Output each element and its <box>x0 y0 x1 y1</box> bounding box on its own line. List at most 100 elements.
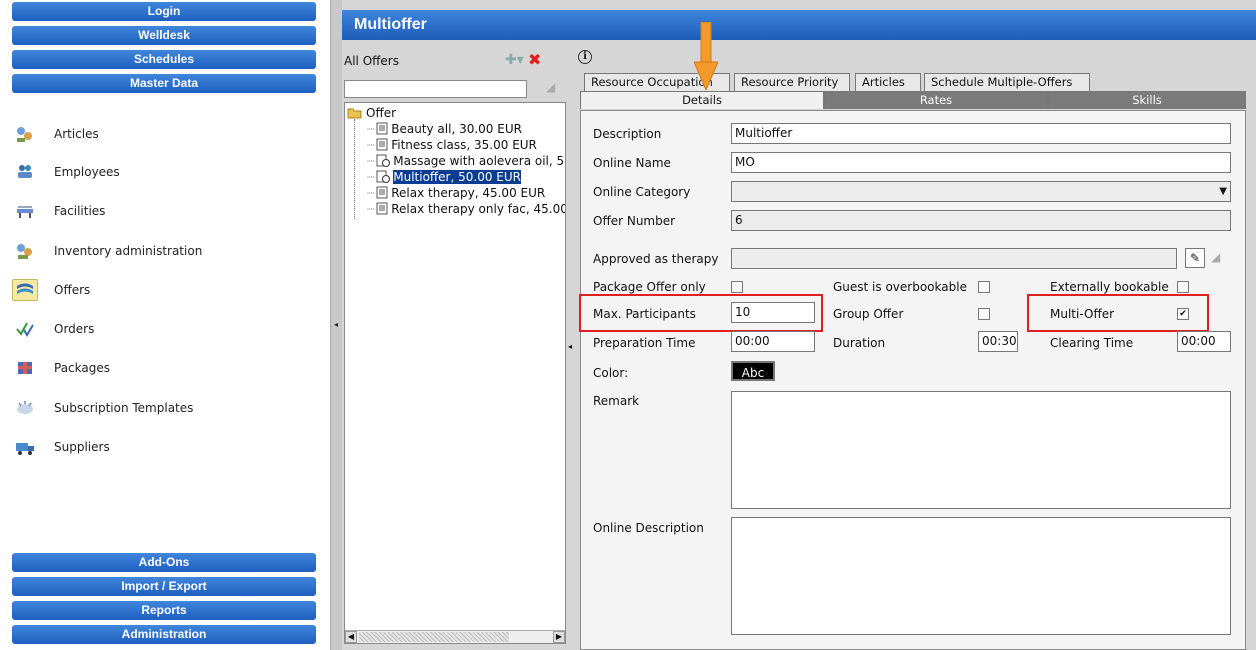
nav-label: Facilities <box>54 204 106 218</box>
max-participants-input[interactable]: 10 <box>731 302 815 323</box>
document-icon <box>376 138 388 151</box>
tree-title: All Offers <box>344 54 399 68</box>
inventory-icon <box>12 240 38 262</box>
splitter-grip-icon: ◂ <box>334 320 339 329</box>
tab-skills[interactable]: Skills <box>1048 91 1246 109</box>
welldesk-button[interactable]: Welldesk <box>12 26 316 45</box>
tab-rates[interactable]: Rates <box>824 91 1048 109</box>
delete-offer-icon[interactable]: ✖ <box>528 50 541 69</box>
online-category-select[interactable]: ▼ <box>731 181 1231 202</box>
tree-node[interactable]: ┈ Relax therapy only fac, 45.00 <box>367 201 565 216</box>
clearing-time-input[interactable]: 00:00 <box>1177 331 1231 352</box>
nav-item-packages[interactable]: Packages <box>12 353 312 383</box>
subscription-icon <box>12 397 38 419</box>
schedules-button[interactable]: Schedules <box>12 50 316 69</box>
orders-icon <box>12 318 38 340</box>
document-icon <box>376 202 388 215</box>
nav-splitter[interactable]: ◂ <box>330 0 342 650</box>
guest-overbookable-checkbox[interactable] <box>978 281 990 293</box>
nav-item-facilities[interactable]: Facilities <box>12 196 312 226</box>
externally-bookable-label: Externally bookable <box>1050 280 1169 294</box>
nav-label: Suppliers <box>54 440 110 454</box>
tree-horizontal-scrollbar[interactable]: ◀ ▶ <box>345 630 565 643</box>
eraser-icon[interactable]: ◢ <box>1211 250 1220 264</box>
externally-bookable-checkbox[interactable] <box>1177 281 1189 293</box>
scroll-thumb[interactable] <box>359 632 509 642</box>
reports-button[interactable]: Reports <box>12 601 316 620</box>
multi-offer-checkbox[interactable]: ✔ <box>1177 308 1189 320</box>
annotation-arrow-icon <box>694 22 718 92</box>
nav-item-employees[interactable]: Employees <box>12 157 312 187</box>
administration-button[interactable]: Administration <box>12 625 316 644</box>
nav-item-orders[interactable]: Orders <box>12 314 312 344</box>
color-picker-button[interactable]: Abc <box>731 361 775 381</box>
offer-number-field: 6 <box>731 210 1231 231</box>
packages-icon <box>12 357 38 379</box>
nav-label: Employees <box>54 165 120 179</box>
remark-textarea[interactable] <box>731 391 1231 509</box>
remark-label: Remark <box>593 394 640 408</box>
approved-therapy-field <box>731 248 1177 269</box>
multi-offer-label: Multi-Offer <box>1050 307 1115 321</box>
articles-icon <box>12 123 38 145</box>
group-offer-label: Group Offer <box>833 307 904 321</box>
duration-label: Duration <box>833 336 886 350</box>
scroll-left-icon[interactable]: ◀ <box>345 631 357 643</box>
splitter-grip-icon: ◂ <box>568 342 573 351</box>
clearing-time-label: Clearing Time <box>1050 336 1134 350</box>
details-form: Description Multioffer Online Name MO On… <box>579 110 1246 650</box>
tab-resource-priority[interactable]: Resource Priority <box>734 73 850 91</box>
document-clock-icon <box>376 154 391 167</box>
offer-number-label: Offer Number <box>593 214 676 228</box>
package-offer-only-checkbox[interactable] <box>731 281 743 293</box>
add-ons-button[interactable]: Add-Ons <box>12 553 316 572</box>
offers-tree-panel: All Offers ✚▾ ✖ ◢ Offer ┈ Beauty all, 30… <box>342 42 568 650</box>
tree-node[interactable]: ┈ Relax therapy, 45.00 EUR <box>367 185 545 200</box>
nav-label: Packages <box>54 361 110 375</box>
login-button[interactable]: Login <box>12 2 316 21</box>
tree-root-label: Offer <box>366 106 397 120</box>
nav-label: Offers <box>54 283 91 297</box>
employees-icon <box>12 161 38 183</box>
preparation-time-input[interactable]: 00:00 <box>731 331 815 352</box>
nav-label: Articles <box>54 127 99 141</box>
description-input[interactable]: Multioffer <box>731 123 1231 144</box>
folder-open-icon <box>347 108 362 119</box>
online-description-textarea[interactable] <box>731 517 1231 635</box>
nav-label: Orders <box>54 322 95 336</box>
info-icon[interactable]: i <box>578 50 592 64</box>
nav-item-suppliers[interactable]: Suppliers <box>12 432 312 462</box>
chevron-down-icon[interactable]: ▼ <box>1219 182 1227 201</box>
add-offer-icon[interactable]: ✚▾ <box>505 52 524 68</box>
pencil-icon[interactable]: ✎ <box>1185 248 1205 268</box>
eraser-icon[interactable]: ◢ <box>546 80 555 94</box>
tree-node[interactable]: ┈ Beauty all, 30.00 EUR <box>367 121 522 136</box>
tree-node-selected[interactable]: ┈ Multioffer, 50.00 EUR <box>367 169 521 184</box>
page-title: Multioffer <box>342 10 1256 40</box>
tab-articles[interactable]: Articles <box>855 73 921 91</box>
tree-node[interactable]: ┈ Fitness class, 35.00 EUR <box>367 137 537 152</box>
import-export-button[interactable]: Import / Export <box>12 577 316 596</box>
online-name-input[interactable]: MO <box>731 152 1231 173</box>
guest-overbookable-label: Guest is overbookable <box>833 280 967 294</box>
approved-therapy-label: Approved as therapy <box>593 252 719 266</box>
nav-item-articles[interactable]: Articles <box>12 119 312 149</box>
scroll-right-icon[interactable]: ▶ <box>553 631 565 643</box>
tab-details[interactable]: Details <box>580 91 824 109</box>
online-description-label: Online Description <box>593 521 704 535</box>
tree-search-input[interactable] <box>344 80 527 98</box>
description-label: Description <box>593 127 662 141</box>
document-icon <box>376 186 388 199</box>
preparation-time-label: Preparation Time <box>593 336 696 350</box>
color-label: Color: <box>593 366 629 380</box>
duration-input[interactable]: 00:30 <box>978 331 1018 352</box>
group-offer-checkbox[interactable] <box>978 308 990 320</box>
tab-schedule-multiple-offers[interactable]: Schedule Multiple-Offers <box>924 73 1090 91</box>
nav-item-offers[interactable]: Offers <box>12 275 312 305</box>
suppliers-icon <box>12 436 38 458</box>
tree-node[interactable]: ┈ Massage with aolevera oil, 55 <box>367 153 565 168</box>
master-data-button[interactable]: Master Data <box>12 74 316 93</box>
tree-root[interactable]: Offer <box>347 106 396 120</box>
nav-item-inventory[interactable]: Inventory administration <box>12 236 312 266</box>
nav-item-subscription-templates[interactable]: Subscription Templates <box>12 393 312 423</box>
